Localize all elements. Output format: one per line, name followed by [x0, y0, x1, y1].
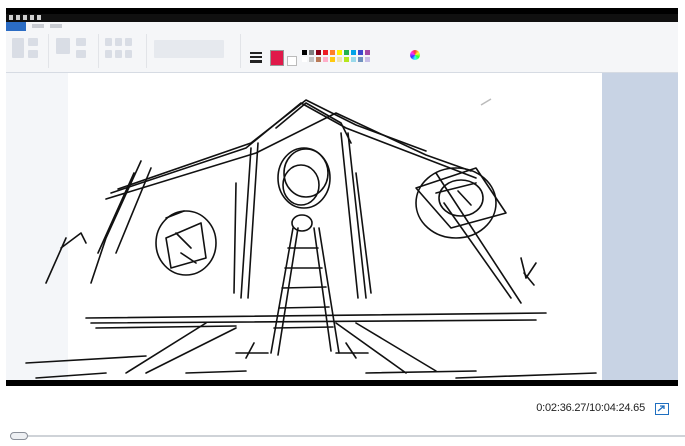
video-frame[interactable] — [6, 8, 678, 386]
shapes-group — [150, 34, 241, 68]
color-picker-icon — [115, 50, 122, 58]
resize-icon — [76, 50, 86, 58]
paint-title-bar — [6, 14, 678, 22]
fill-icon — [115, 38, 122, 46]
paste-icon — [12, 38, 24, 58]
cut-icon — [28, 38, 38, 46]
palette-swatch — [337, 50, 342, 55]
palette-swatch — [358, 50, 363, 55]
palette-swatch — [323, 57, 328, 62]
file-tab — [6, 22, 26, 31]
save-icon — [16, 15, 20, 20]
palette-swatch — [309, 50, 314, 55]
palette-swatch — [309, 57, 314, 62]
pencil-icon — [105, 38, 112, 46]
paint-window — [6, 14, 678, 380]
palette-swatch — [358, 57, 363, 62]
palette-swatch — [302, 57, 307, 62]
quick-access-icon — [9, 15, 13, 20]
clipboard-group — [8, 34, 49, 68]
edit-colors-icon — [410, 50, 420, 60]
palette-swatch — [344, 57, 349, 62]
palette-swatch — [365, 50, 370, 55]
palette-swatch — [330, 50, 335, 55]
palette-swatch — [351, 50, 356, 55]
color-palette — [302, 50, 394, 64]
popout-icon[interactable] — [655, 403, 669, 415]
size-icon — [250, 52, 262, 63]
view-tab — [50, 24, 62, 28]
copy-icon — [28, 50, 38, 58]
image-group — [52, 34, 99, 68]
sketch-drawing — [25, 98, 597, 379]
redo-icon — [30, 15, 34, 20]
time-readout: 0:02:36.27/10:04:24.65 — [536, 402, 645, 414]
seek-bar[interactable] — [10, 435, 685, 437]
home-tab — [32, 24, 44, 28]
palette-swatch — [323, 50, 328, 55]
canvas-area — [6, 73, 678, 380]
eraser-icon — [105, 50, 112, 58]
shapes-gallery — [154, 40, 224, 58]
palette-swatch — [344, 50, 349, 55]
palette-swatch — [351, 57, 356, 62]
palette-swatch — [337, 57, 342, 62]
paint-ribbon — [6, 22, 678, 73]
palette-swatch — [302, 50, 307, 55]
player-controls: 0:02:36.27/10:04:24.65 — [0, 392, 685, 446]
crop-icon — [76, 38, 86, 46]
palette-swatch — [316, 50, 321, 55]
tools-group — [102, 34, 147, 68]
magnifier-icon — [125, 50, 132, 58]
text-icon — [125, 38, 132, 46]
color-1-swatch — [270, 50, 284, 66]
palette-swatch — [316, 57, 321, 62]
palette-swatch — [365, 57, 370, 62]
customize-icon — [37, 15, 41, 20]
seek-thumb[interactable] — [9, 432, 28, 440]
drawing-canvas — [6, 73, 602, 380]
undo-icon — [23, 15, 27, 20]
select-icon — [56, 38, 70, 54]
color-2-swatch — [287, 56, 297, 66]
palette-swatch — [330, 57, 335, 62]
